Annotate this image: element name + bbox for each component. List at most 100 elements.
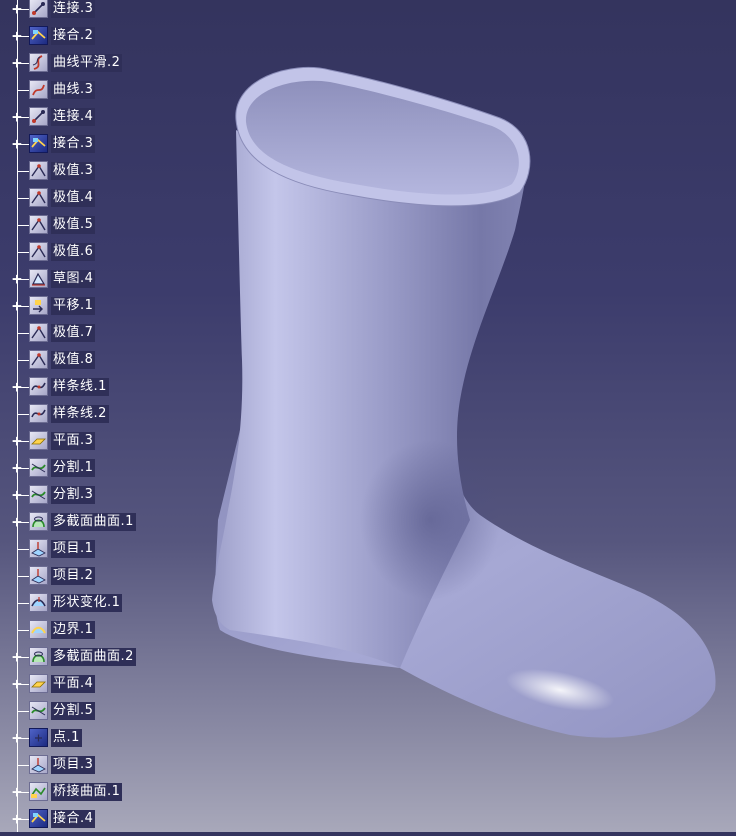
extremum-icon[interactable] bbox=[29, 323, 48, 342]
tree-node[interactable]: + 曲线平滑.2 bbox=[0, 50, 200, 77]
tree-node[interactable]: 边界.1 bbox=[0, 617, 200, 644]
tree-node[interactable]: 项目.3 bbox=[0, 752, 200, 779]
tree-node-label[interactable]: 项目.1 bbox=[51, 540, 96, 558]
tree-node[interactable]: 极值.6 bbox=[0, 239, 200, 266]
expand-icon[interactable]: + bbox=[11, 649, 23, 665]
split-icon[interactable] bbox=[29, 458, 48, 477]
tree-node[interactable]: 样条线.2 bbox=[0, 401, 200, 428]
point-icon[interactable] bbox=[29, 728, 48, 747]
tree-node-label[interactable]: 平面.3 bbox=[51, 432, 96, 450]
tree-node-label[interactable]: 样条线.2 bbox=[51, 405, 109, 423]
connect-icon[interactable] bbox=[29, 107, 48, 126]
tree-node[interactable]: 形状变化.1 bbox=[0, 590, 200, 617]
tree-node[interactable]: 曲线.3 bbox=[0, 77, 200, 104]
boundary-icon[interactable] bbox=[29, 620, 48, 639]
tree-node-label[interactable]: 样条线.1 bbox=[51, 378, 109, 396]
blend-surface-icon[interactable] bbox=[29, 782, 48, 801]
tree-node[interactable]: 项目.1 bbox=[0, 536, 200, 563]
expand-icon[interactable]: + bbox=[11, 55, 23, 71]
expand-icon[interactable]: + bbox=[11, 784, 23, 800]
expand-icon[interactable]: + bbox=[11, 811, 23, 827]
tree-node-label[interactable]: 分割.3 bbox=[51, 486, 96, 504]
tree-node-label[interactable]: 形状变化.1 bbox=[51, 594, 123, 612]
tree-node[interactable]: 极值.3 bbox=[0, 158, 200, 185]
expand-icon[interactable]: + bbox=[11, 1, 23, 17]
plane-icon[interactable] bbox=[29, 431, 48, 450]
split-icon[interactable] bbox=[29, 485, 48, 504]
expand-icon[interactable]: + bbox=[11, 514, 23, 530]
expand-icon[interactable]: + bbox=[11, 730, 23, 746]
projection-icon[interactable] bbox=[29, 566, 48, 585]
tree-node[interactable]: + 分割.1 bbox=[0, 455, 200, 482]
tree-node-label[interactable]: 极值.5 bbox=[51, 216, 96, 234]
tree-node-label[interactable]: 极值.4 bbox=[51, 189, 96, 207]
extremum-icon[interactable] bbox=[29, 161, 48, 180]
tree-node-label[interactable]: 接合.2 bbox=[51, 27, 96, 45]
tree-node-label[interactable]: 平面.4 bbox=[51, 675, 96, 693]
tree-node-label[interactable]: 桥接曲面.1 bbox=[51, 783, 123, 801]
tree-node[interactable]: + 草图.4 bbox=[0, 266, 200, 293]
tree-node-label[interactable]: 项目.3 bbox=[51, 756, 96, 774]
expand-icon[interactable]: + bbox=[11, 487, 23, 503]
tree-node-label[interactable]: 多截面曲面.1 bbox=[51, 513, 136, 531]
tree-node-label[interactable]: 点.1 bbox=[51, 729, 82, 747]
tree-node[interactable]: + 连接.3 bbox=[0, 0, 200, 23]
projection-icon[interactable] bbox=[29, 539, 48, 558]
tree-node[interactable]: + 点.1 bbox=[0, 725, 200, 752]
tree-node[interactable]: 极值.7 bbox=[0, 320, 200, 347]
tree-node-label[interactable]: 接合.3 bbox=[51, 135, 96, 153]
expand-icon[interactable]: + bbox=[11, 136, 23, 152]
curve-smooth-icon[interactable] bbox=[29, 53, 48, 72]
extremum-icon[interactable] bbox=[29, 350, 48, 369]
tree-node-label[interactable]: 平移.1 bbox=[51, 297, 96, 315]
tree-node-label[interactable]: 曲线.3 bbox=[51, 81, 96, 99]
tree-node[interactable]: + 接合.3 bbox=[0, 131, 200, 158]
tree-node[interactable]: + 接合.4 bbox=[0, 806, 200, 833]
shape-morph-icon[interactable] bbox=[29, 593, 48, 612]
expand-icon[interactable]: + bbox=[11, 298, 23, 314]
expand-icon[interactable]: + bbox=[11, 460, 23, 476]
expand-icon[interactable]: + bbox=[11, 109, 23, 125]
split-icon[interactable] bbox=[29, 701, 48, 720]
tree-node-label[interactable]: 连接.3 bbox=[51, 0, 96, 18]
tree-node[interactable]: + 桥接曲面.1 bbox=[0, 779, 200, 806]
join-icon[interactable] bbox=[29, 134, 48, 153]
tree-node[interactable]: 极值.4 bbox=[0, 185, 200, 212]
extremum-icon[interactable] bbox=[29, 188, 48, 207]
tree-node[interactable]: + 平移.1 bbox=[0, 293, 200, 320]
tree-node-label[interactable]: 连接.4 bbox=[51, 108, 96, 126]
tree-node[interactable]: 分割.5 bbox=[0, 698, 200, 725]
spline-icon[interactable] bbox=[29, 377, 48, 396]
expand-icon[interactable]: + bbox=[11, 433, 23, 449]
expand-icon[interactable]: + bbox=[11, 271, 23, 287]
specification-tree[interactable]: + 连接.3 + 接合.2 + 曲线平滑.2 曲线.3 + 连接.4 + 接合.3 极值.3 极值.4 极… bbox=[0, 0, 200, 832]
tree-node[interactable]: + 多截面曲面.2 bbox=[0, 644, 200, 671]
projection-icon[interactable] bbox=[29, 755, 48, 774]
tree-node-label[interactable]: 草图.4 bbox=[51, 270, 96, 288]
tree-node-label[interactable]: 分割.5 bbox=[51, 702, 96, 720]
tree-node[interactable]: + 连接.4 bbox=[0, 104, 200, 131]
tree-node[interactable]: + 平面.3 bbox=[0, 428, 200, 455]
tree-node-label[interactable]: 极值.3 bbox=[51, 162, 96, 180]
connect-icon[interactable] bbox=[29, 0, 48, 18]
multisection-surface-icon[interactable] bbox=[29, 647, 48, 666]
tree-node[interactable]: 极值.8 bbox=[0, 347, 200, 374]
tree-node[interactable]: 项目.2 bbox=[0, 563, 200, 590]
extremum-icon[interactable] bbox=[29, 242, 48, 261]
tree-node-label[interactable]: 极值.6 bbox=[51, 243, 96, 261]
extremum-icon[interactable] bbox=[29, 215, 48, 234]
tree-node-label[interactable]: 边界.1 bbox=[51, 621, 96, 639]
expand-icon[interactable]: + bbox=[11, 379, 23, 395]
tree-node-label[interactable]: 极值.7 bbox=[51, 324, 96, 342]
tree-node-label[interactable]: 多截面曲面.2 bbox=[51, 648, 136, 666]
tree-node-label[interactable]: 项目.2 bbox=[51, 567, 96, 585]
multisection-surface-icon[interactable] bbox=[29, 512, 48, 531]
tree-node[interactable]: + 多截面曲面.1 bbox=[0, 509, 200, 536]
expand-icon[interactable]: + bbox=[11, 676, 23, 692]
tree-node[interactable]: + 接合.2 bbox=[0, 23, 200, 50]
spline-icon[interactable] bbox=[29, 404, 48, 423]
curve-icon[interactable] bbox=[29, 80, 48, 99]
sketch-icon[interactable] bbox=[29, 269, 48, 288]
tree-node-label[interactable]: 极值.8 bbox=[51, 351, 96, 369]
expand-icon[interactable]: + bbox=[11, 28, 23, 44]
